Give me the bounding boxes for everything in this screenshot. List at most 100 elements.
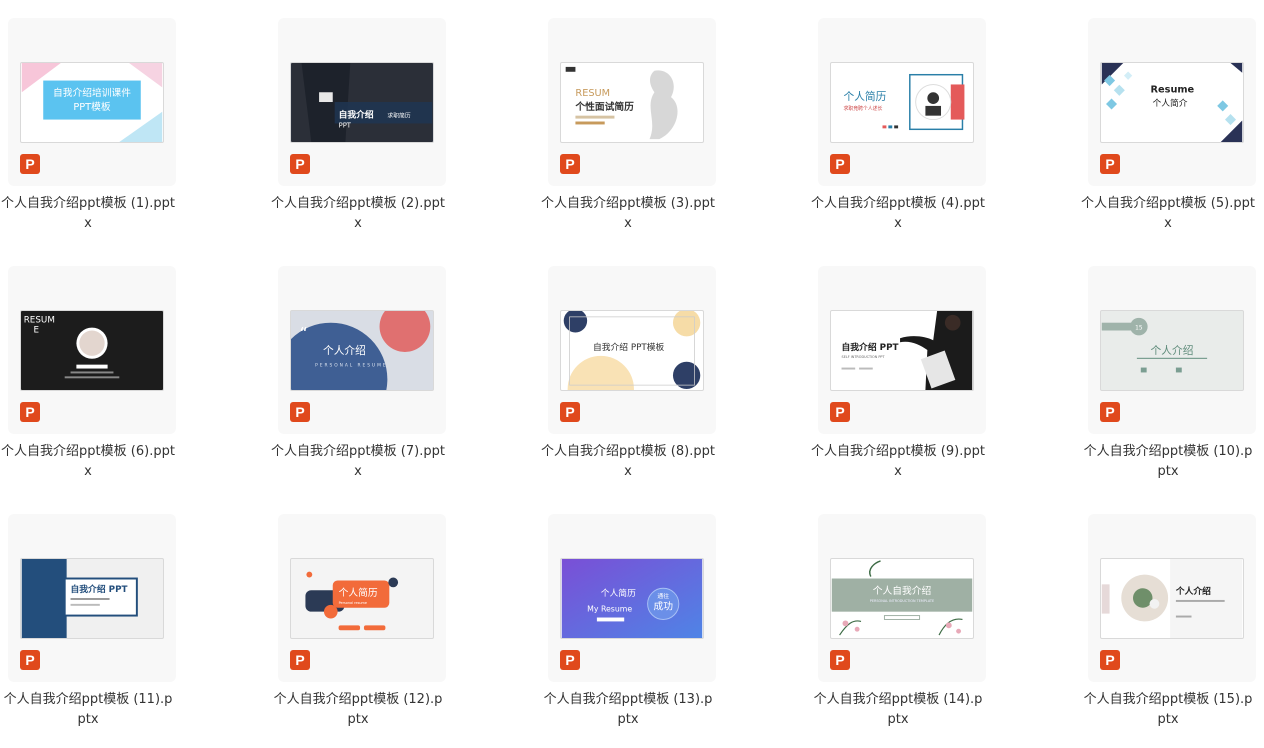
file-tile[interactable]: RESUM E P 个人自我介绍ppt模板 (6).pptx <box>0 248 176 488</box>
thumb-extra2: 通往 <box>657 592 669 600</box>
file-card[interactable]: 个人简历 求职竞聘个人述长 P <box>818 18 986 186</box>
thumb-subtitle: SELF INTRODUCTION PPT <box>842 355 886 359</box>
file-tile[interactable]: 个人简历 求职竞聘个人述长 P 个人自我介绍ppt模板 (4).pptx <box>810 0 986 240</box>
thumb-title: RESUM <box>24 316 55 326</box>
file-name[interactable]: 个人自我介绍ppt模板 (10).pptx <box>1080 442 1256 482</box>
powerpoint-icon: P <box>560 650 580 670</box>
thumb-subtitle: 求职简历 <box>387 112 411 120</box>
file-tile[interactable]: 自我介绍培训课件 PPT模板 P 个人自我介绍ppt模板 (1).pptx <box>0 0 176 240</box>
file-tile[interactable]: 15 个人介绍 P 个人自我介绍ppt模板 (10).pptx <box>1080 248 1256 488</box>
file-thumbnail: RESUM E <box>20 310 164 391</box>
file-thumbnail: 个人自我介绍 PERSONAL INTRODUCTION TEMPLATE <box>830 558 974 639</box>
file-tile[interactable]: 自我介绍 PPT P 个人自我介绍ppt模板 (11).pptx <box>0 496 176 736</box>
thumb-extra: PPT <box>339 121 352 129</box>
thumb-title: 自我介绍 PPT模板 <box>593 341 665 353</box>
file-card[interactable]: “ 个人介绍 PERSONAL RESUME P <box>278 266 446 434</box>
file-card[interactable]: 自我介绍 PPT模板 P <box>548 266 716 434</box>
file-name[interactable]: 个人自我介绍ppt模板 (2).pptx <box>270 194 446 234</box>
thumb-title: 个人简历 <box>339 586 378 599</box>
file-grid: 自我介绍培训课件 PPT模板 P 个人自我介绍ppt模板 (1).pptx 自我… <box>0 0 1264 748</box>
file-card[interactable]: RESUM 个性面试简历 P <box>548 18 716 186</box>
thumb-subtitle: 个性面试简历 <box>574 100 634 113</box>
thumb-subtitle: Personal resume <box>339 601 367 605</box>
powerpoint-icon: P <box>560 154 580 174</box>
file-name[interactable]: 个人自我介绍ppt模板 (7).pptx <box>270 442 446 482</box>
file-tile[interactable]: 个人自我介绍 PERSONAL INTRODUCTION TEMPLATE P … <box>810 496 986 736</box>
thumb-subtitle: PERSONAL INTRODUCTION TEMPLATE <box>870 599 934 603</box>
powerpoint-icon: P <box>20 650 40 670</box>
file-tile[interactable]: 自我介绍 PPT模板 P 个人自我介绍ppt模板 (8).pptx <box>540 248 716 488</box>
file-thumbnail: 15 个人介绍 <box>1100 310 1244 391</box>
file-thumbnail: Resume 个人简介 <box>1100 62 1244 143</box>
thumb-title: 个人简历 <box>843 90 886 103</box>
file-name[interactable]: 个人自我介绍ppt模板 (15).pptx <box>1080 690 1256 730</box>
file-thumbnail: 个人简历 My Resume 通往 成功 <box>560 558 704 639</box>
file-tile[interactable]: RESUM 个性面试简历 P 个人自我介绍ppt模板 (3).pptx <box>540 0 716 240</box>
file-thumbnail: “ 个人介绍 PERSONAL RESUME <box>290 310 434 391</box>
thumb-title: 自我介绍培训课件 <box>53 86 131 99</box>
file-tile[interactable]: 个人简历 My Resume 通往 成功 P 个人自我介绍ppt模板 (13).… <box>540 496 716 736</box>
powerpoint-icon: P <box>20 402 40 422</box>
file-tile[interactable]: Resume 个人简介 P 个人自我介绍ppt模板 (5).pptx <box>1080 0 1256 240</box>
thumb-title: 个人简历 <box>601 587 636 599</box>
file-name[interactable]: 个人自我介绍ppt模板 (8).pptx <box>540 442 716 482</box>
file-card[interactable]: 个人简历 Personal resume P <box>278 514 446 682</box>
file-thumbnail: 个人简历 Personal resume <box>290 558 434 639</box>
thumb-subtitle: E <box>33 325 39 335</box>
file-thumbnail: RESUM 个性面试简历 <box>560 62 704 143</box>
powerpoint-icon: P <box>830 402 850 422</box>
powerpoint-icon: P <box>1100 402 1120 422</box>
file-tile[interactable]: 个人简历 Personal resume P 个人自我介绍ppt模板 (12).… <box>270 496 446 736</box>
thumb-title: 个人介绍 <box>1151 344 1194 357</box>
powerpoint-icon: P <box>290 650 310 670</box>
file-card[interactable]: 自我介绍培训课件 PPT模板 P <box>8 18 176 186</box>
file-name[interactable]: 个人自我介绍ppt模板 (6).pptx <box>0 442 176 482</box>
powerpoint-icon: P <box>560 402 580 422</box>
powerpoint-icon: P <box>1100 650 1120 670</box>
file-name[interactable]: 个人自我介绍ppt模板 (12).pptx <box>270 690 446 730</box>
powerpoint-icon: P <box>290 154 310 174</box>
file-tile[interactable]: 自我介绍 求职简历 PPT P 个人自我介绍ppt模板 (2).pptx <box>270 0 446 240</box>
file-card[interactable]: 自我介绍 PPT SELF INTRODUCTION PPT P <box>818 266 986 434</box>
file-tile[interactable]: 个人介绍 P 个人自我介绍ppt模板 (15).pptx <box>1080 496 1256 736</box>
file-name[interactable]: 个人自我介绍ppt模板 (1).pptx <box>0 194 176 234</box>
file-card[interactable]: 个人自我介绍 PERSONAL INTRODUCTION TEMPLATE P <box>818 514 986 682</box>
file-thumbnail: 自我介绍 PPT模板 <box>560 310 704 391</box>
file-thumbnail: 自我介绍培训课件 PPT模板 <box>20 62 164 143</box>
thumb-subtitle: PPT模板 <box>73 100 110 113</box>
file-card[interactable]: 自我介绍 求职简历 PPT P <box>278 18 446 186</box>
file-name[interactable]: 个人自我介绍ppt模板 (9).pptx <box>810 442 986 482</box>
powerpoint-icon: P <box>290 402 310 422</box>
powerpoint-icon: P <box>1100 154 1120 174</box>
file-thumbnail: 自我介绍 求职简历 PPT <box>290 62 434 143</box>
file-thumbnail: 自我介绍 PPT SELF INTRODUCTION PPT <box>830 310 974 391</box>
thumb-subtitle: My Resume <box>587 605 632 614</box>
file-name[interactable]: 个人自我介绍ppt模板 (5).pptx <box>1080 194 1256 234</box>
file-card[interactable]: 自我介绍 PPT P <box>8 514 176 682</box>
thumb-title: 个人自我介绍 <box>873 584 932 597</box>
thumb-title: 个人介绍 <box>1175 585 1211 597</box>
file-name[interactable]: 个人自我介绍ppt模板 (13).pptx <box>540 690 716 730</box>
file-name[interactable]: 个人自我介绍ppt模板 (3).pptx <box>540 194 716 234</box>
thumb-title: 自我介绍 <box>339 109 374 121</box>
file-card[interactable]: 个人介绍 P <box>1088 514 1256 682</box>
file-card[interactable]: 个人简历 My Resume 通往 成功 P <box>548 514 716 682</box>
thumb-subtitle: 求职竞聘个人述长 <box>843 105 882 112</box>
thumb-subtitle: PERSONAL RESUME <box>315 363 387 369</box>
thumb-subtitle: 个人简介 <box>1152 97 1187 109</box>
powerpoint-icon: P <box>830 650 850 670</box>
thumb-title: 个人介绍 <box>323 344 366 357</box>
file-card[interactable]: Resume 个人简介 P <box>1088 18 1256 186</box>
file-tile[interactable]: 自我介绍 PPT SELF INTRODUCTION PPT P 个人自我介绍p… <box>810 248 986 488</box>
file-name[interactable]: 个人自我介绍ppt模板 (11).pptx <box>0 690 176 730</box>
file-tile[interactable]: “ 个人介绍 PERSONAL RESUME P 个人自我介绍ppt模板 (7)… <box>270 248 446 488</box>
file-card[interactable]: RESUM E P <box>8 266 176 434</box>
file-name[interactable]: 个人自我介绍ppt模板 (14).pptx <box>810 690 986 730</box>
file-card[interactable]: 15 个人介绍 P <box>1088 266 1256 434</box>
file-name[interactable]: 个人自我介绍ppt模板 (4).pptx <box>810 194 986 234</box>
file-thumbnail: 自我介绍 PPT <box>20 558 164 639</box>
powerpoint-icon: P <box>830 154 850 174</box>
file-thumbnail: 个人介绍 <box>1100 558 1244 639</box>
file-thumbnail: 个人简历 求职竞聘个人述长 <box>830 62 974 143</box>
thumb-title: 自我介绍 PPT <box>71 583 128 595</box>
